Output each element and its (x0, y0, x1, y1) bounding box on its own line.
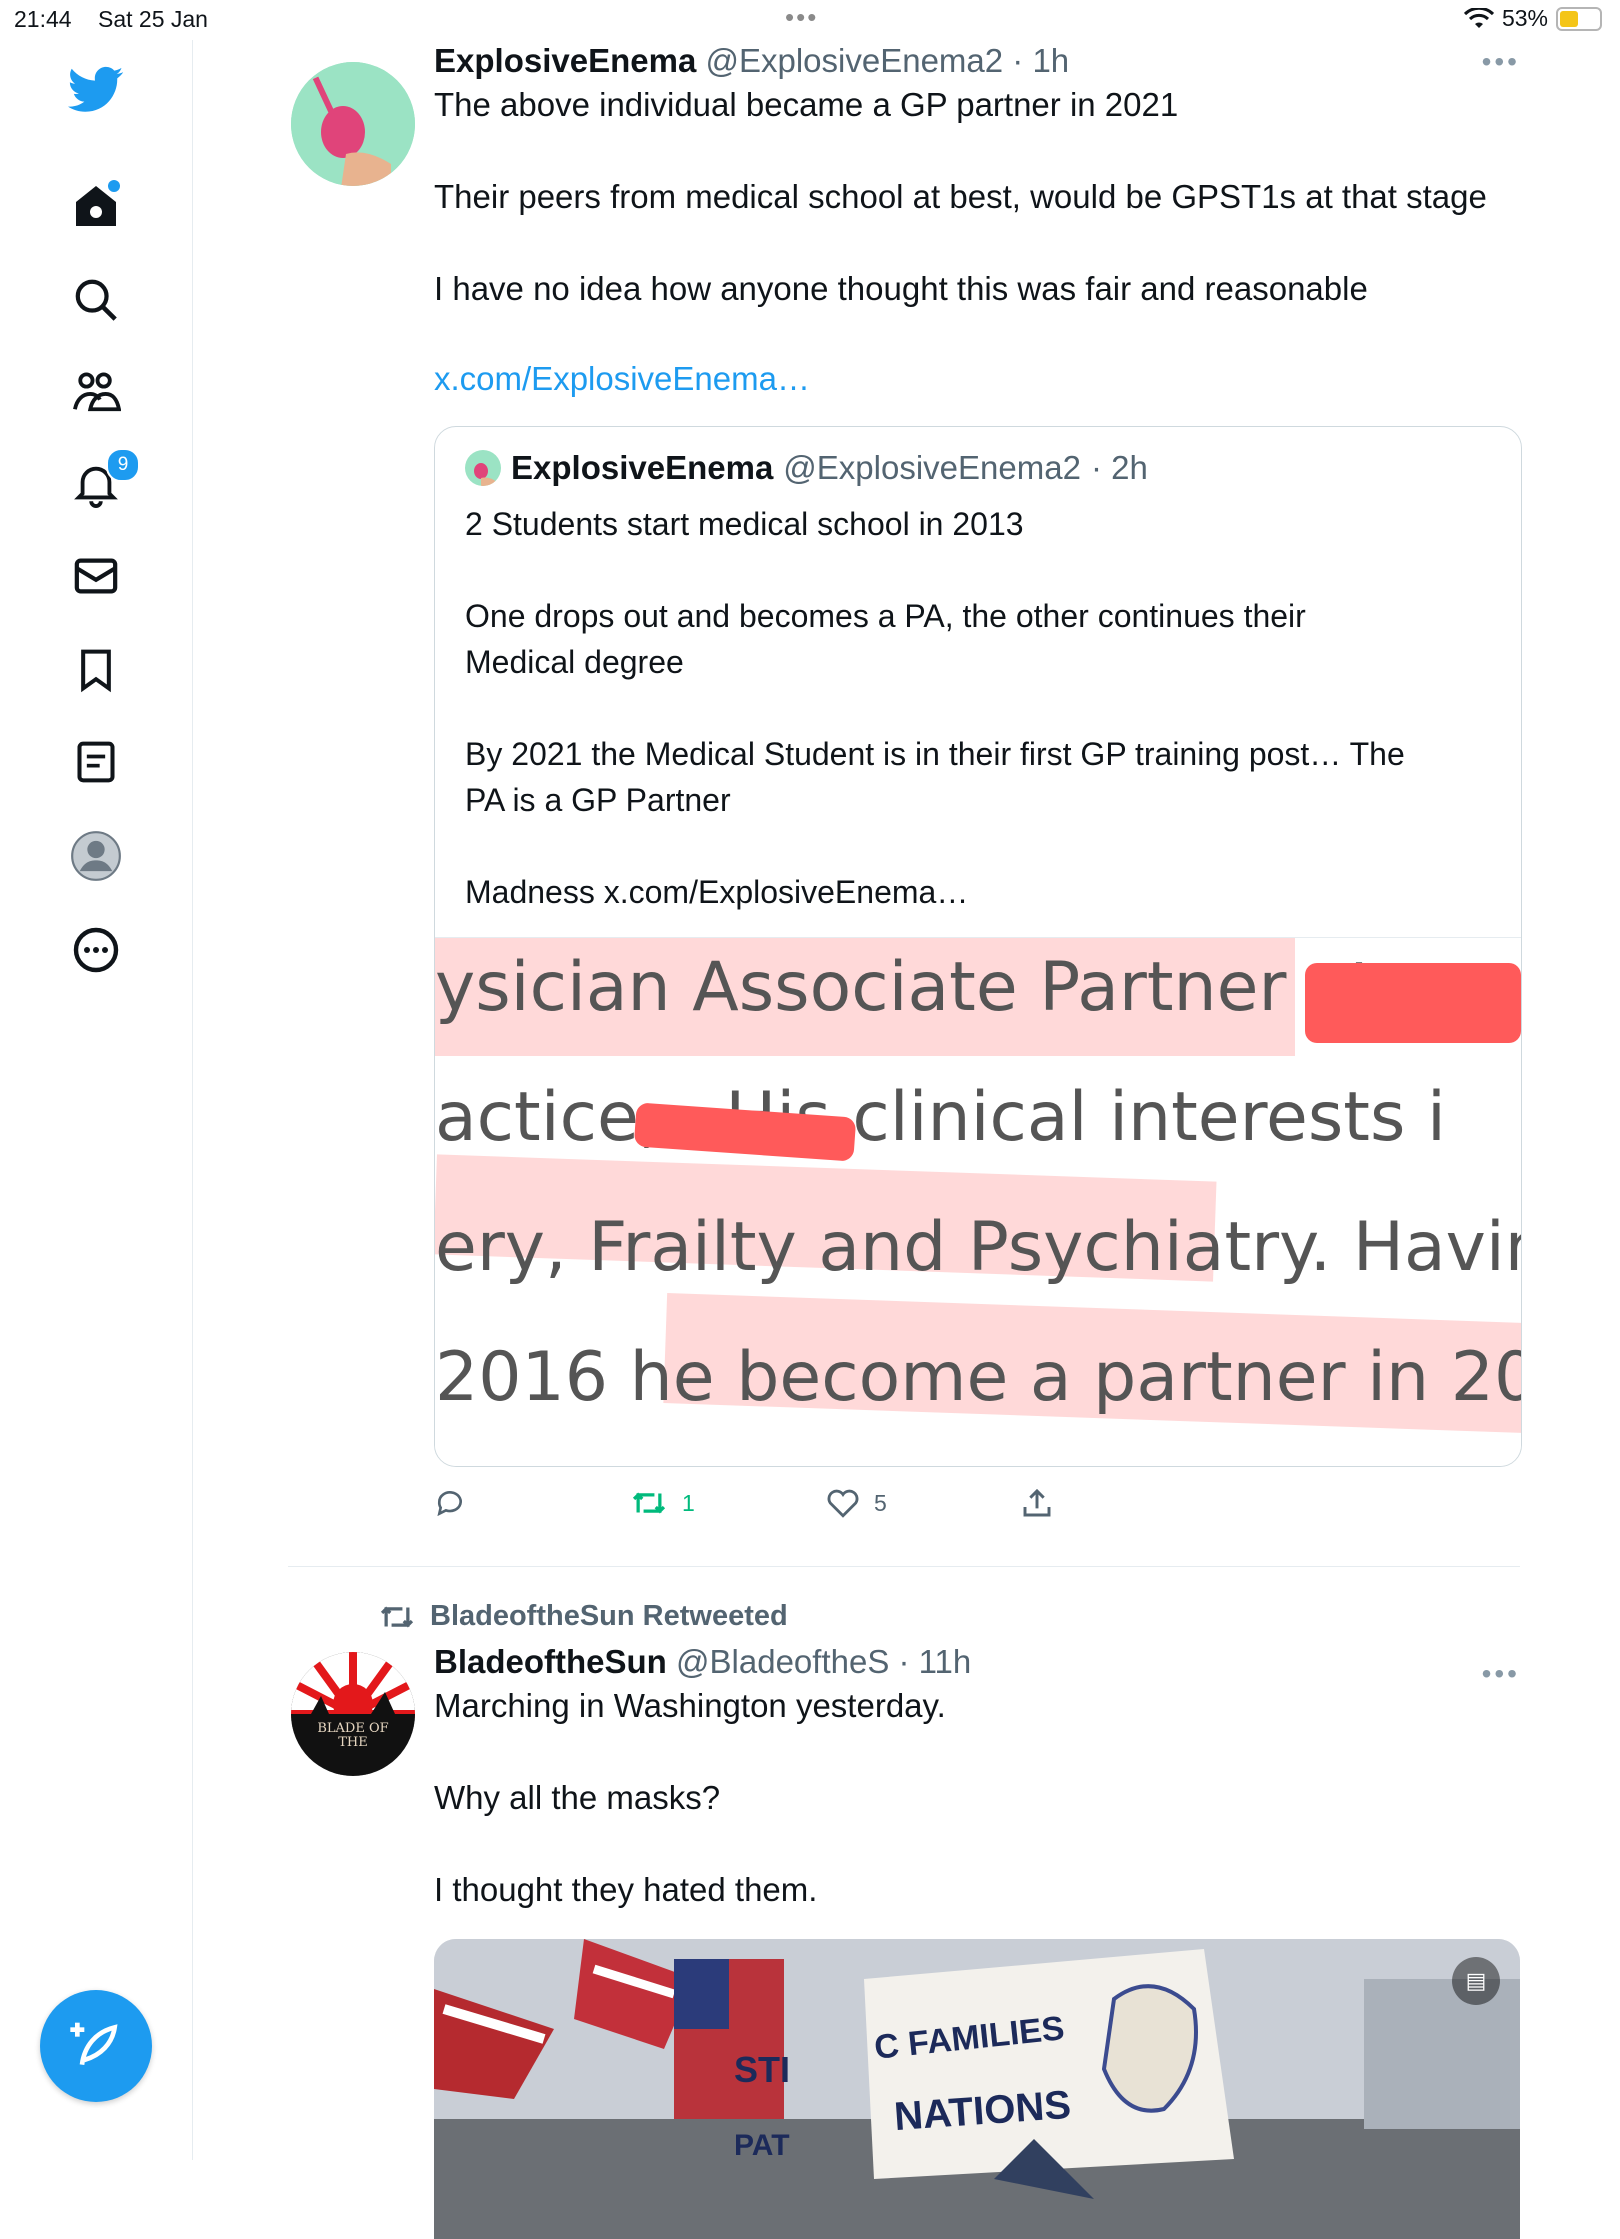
battery-level (1560, 10, 1578, 27)
like-button[interactable]: 5 (826, 1487, 887, 1519)
image-text-line: actice, . His clinical interests i (435, 1078, 1446, 1157)
image-text-line: ysician Associate Partner at (435, 948, 1377, 1027)
retweet-context: BladeoftheSun Retweeted (378, 1600, 1524, 1633)
tweet-header: ExplosiveEnema @ExplosiveEnema2 · 1h (434, 42, 1522, 80)
tweet-actions: 1 5 (434, 1487, 1522, 1527)
quote-author-name[interactable]: ExplosiveEnema (511, 449, 773, 487)
tweet[interactable]: ExplosiveEnema @ExplosiveEnema2 · 1h •••… (288, 40, 1524, 1527)
share-icon (1023, 1488, 1051, 1517)
communities-icon (73, 372, 121, 412)
status-time: 21:44 (14, 6, 72, 32)
tweet-text: The above individual became a GP partner… (434, 86, 1487, 307)
retweet-button[interactable]: 1 (630, 1487, 695, 1519)
tweet-time[interactable]: · 1h (1012, 42, 1069, 79)
sidebar-item-bookmarks[interactable] (66, 640, 126, 700)
battery-percent: 53% (1501, 5, 1548, 31)
home-unread-dot (108, 180, 120, 192)
sidebar-item-explore[interactable] (66, 270, 126, 330)
twitter-bird-icon (68, 66, 124, 112)
media-banner-text: PAT (734, 2129, 790, 2162)
retweet-icon (380, 1606, 414, 1627)
quote-image[interactable]: ysician Associate Partner at actice, . H… (435, 937, 1521, 1466)
image-text-line: 2016 he become a partner in 2021. (435, 1338, 1521, 1417)
tweet-link[interactable]: x.com/ExplosiveEnema… (434, 356, 1522, 402)
bookmark-icon (81, 649, 111, 693)
redaction-mark (1305, 963, 1521, 1043)
more-options-icon[interactable]: ••• (1482, 1658, 1520, 1690)
quote-time[interactable]: · 2h (1091, 449, 1148, 487)
sidebar-item-profile[interactable] (66, 826, 126, 886)
search-icon (75, 279, 117, 321)
author-name[interactable]: BladeoftheSun (434, 1643, 667, 1680)
sidebar-item-lists[interactable] (66, 732, 126, 792)
retweet-count: 1 (682, 1489, 695, 1516)
image-text-line: ery, Frailty and Psychiatry. Having j (435, 1208, 1521, 1287)
status-bar: 21:44 Sat 25 Jan ••• 53% (0, 0, 1620, 40)
like-count: 5 (874, 1489, 887, 1516)
author-name[interactable]: ExplosiveEnema (434, 42, 696, 79)
share-button[interactable] (1022, 1487, 1066, 1519)
retweeted-by-label[interactable]: BladeoftheSun Retweeted (430, 1600, 788, 1633)
tweet-divider (288, 1566, 1520, 1567)
quote-avatar[interactable] (465, 450, 501, 486)
avatar[interactable] (291, 62, 415, 186)
heart-icon (827, 1489, 859, 1518)
media-banner-text: STI (734, 2049, 791, 2090)
quote-header: ExplosiveEnema @ExplosiveEnema2 · 2h (465, 449, 1491, 487)
timeline: ExplosiveEnema @ExplosiveEnema2 · 1h •••… (288, 40, 1524, 2239)
rising-sun-image (291, 1652, 415, 1776)
alt-text-badge-icon[interactable]: ▤ (1452, 1957, 1500, 2005)
enema-bulb-image-small (474, 463, 497, 486)
more-options-icon[interactable]: ••• (1482, 46, 1520, 78)
reply-button[interactable] (434, 1487, 480, 1519)
notifications-badge: 9 (106, 448, 140, 482)
reply-icon (437, 1491, 462, 1517)
sidebar-item-communities[interactable] (66, 362, 126, 422)
tweet-media[interactable]: C FAMILIES NATIONS STI PAT ▤ (434, 1939, 1520, 2239)
tweet[interactable]: BladeoftheSun Retweeted BLADE OF THE Bla… (288, 1600, 1524, 2239)
tweet-header: BladeoftheSun @BladeoftheS · 11h (434, 1643, 1522, 1681)
lists-icon (77, 741, 115, 783)
compose-tweet-button[interactable] (40, 1990, 152, 2102)
tweet-time[interactable]: · 11h (899, 1643, 972, 1680)
profile-icon (71, 831, 121, 881)
status-indicators: 53% (1463, 5, 1602, 32)
author-handle[interactable]: @BladeoftheS (676, 1643, 889, 1680)
quote-text: 2 Students start medical school in 2013 … (465, 506, 1405, 910)
retweet-icon (632, 1492, 666, 1514)
avatar[interactable]: BLADE OF THE (291, 1652, 415, 1776)
tweet-text: Marching in Washington yesterday. Why al… (434, 1687, 946, 1908)
quoted-tweet[interactable]: ExplosiveEnema @ExplosiveEnema2 · 2h 2 S… (434, 426, 1522, 1467)
mail-icon (74, 558, 118, 594)
enema-bulb-image (291, 62, 415, 186)
sidebar-item-notifications[interactable]: 9 (66, 448, 140, 514)
avatar-caption: BLADE OF THE (317, 1721, 389, 1750)
sidebar: 9 (0, 40, 193, 2160)
wifi-icon (1463, 7, 1494, 28)
author-handle[interactable]: @ExplosiveEnema2 (705, 42, 1003, 79)
sidebar-item-home[interactable] (66, 176, 126, 236)
sidebar-item-messages[interactable] (66, 546, 126, 606)
quote-author-handle[interactable]: @ExplosiveEnema2 (783, 449, 1081, 487)
more-circle-icon (73, 927, 119, 973)
status-date: Sat 25 Jan (98, 6, 208, 32)
feather-plus-icon (70, 2022, 118, 2066)
battery-icon (1556, 6, 1602, 31)
multitasking-dots-icon[interactable]: ••• (785, 2, 818, 33)
twitter-logo[interactable] (66, 60, 126, 120)
sidebar-item-more[interactable] (66, 920, 126, 980)
